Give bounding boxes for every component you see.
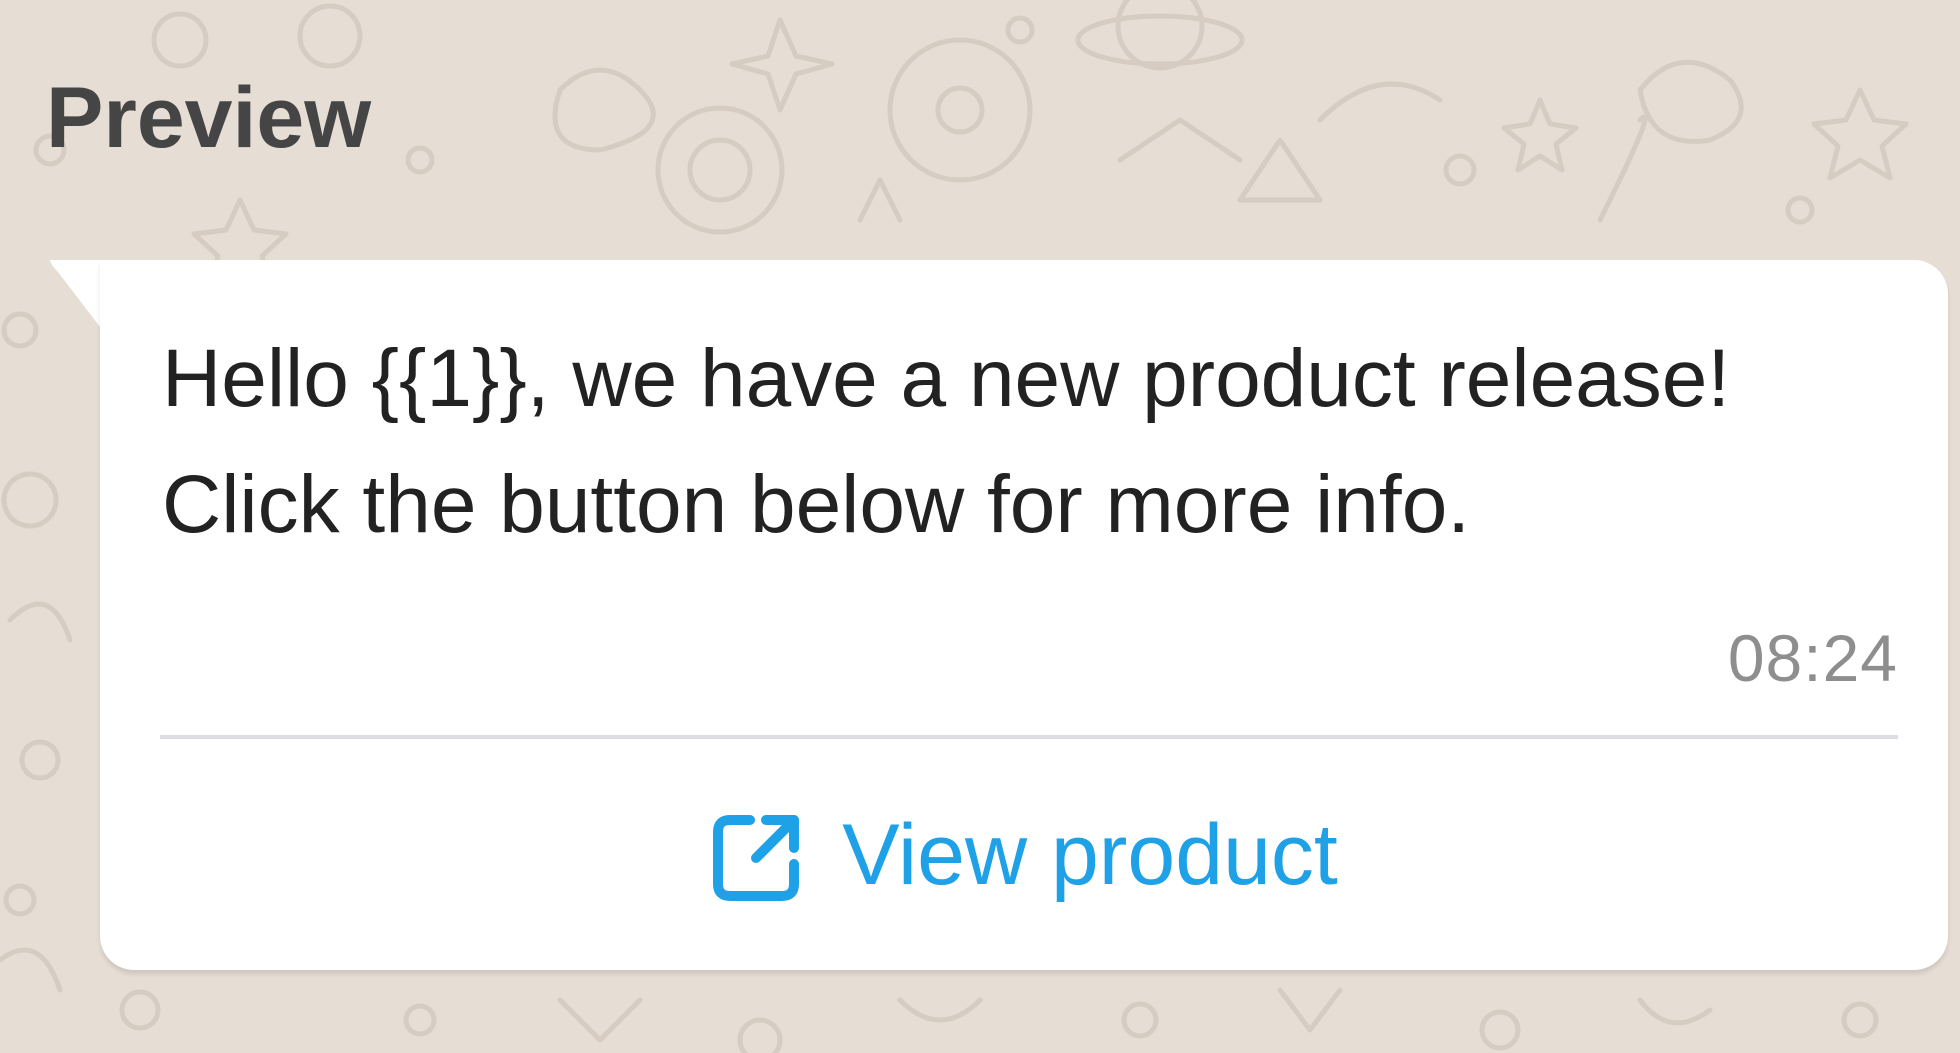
message-bubble: Hello {{1}}, we have a new product relea…	[100, 260, 1948, 970]
preview-title: Preview	[46, 70, 372, 166]
view-product-button[interactable]: View product	[100, 740, 1948, 970]
message-text: Hello {{1}}, we have a new product relea…	[162, 333, 1731, 550]
view-product-label: View product	[842, 807, 1338, 903]
bubble-divider	[160, 735, 1898, 739]
external-link-icon	[713, 815, 800, 901]
message-timestamp: 08:24	[1727, 621, 1898, 695]
